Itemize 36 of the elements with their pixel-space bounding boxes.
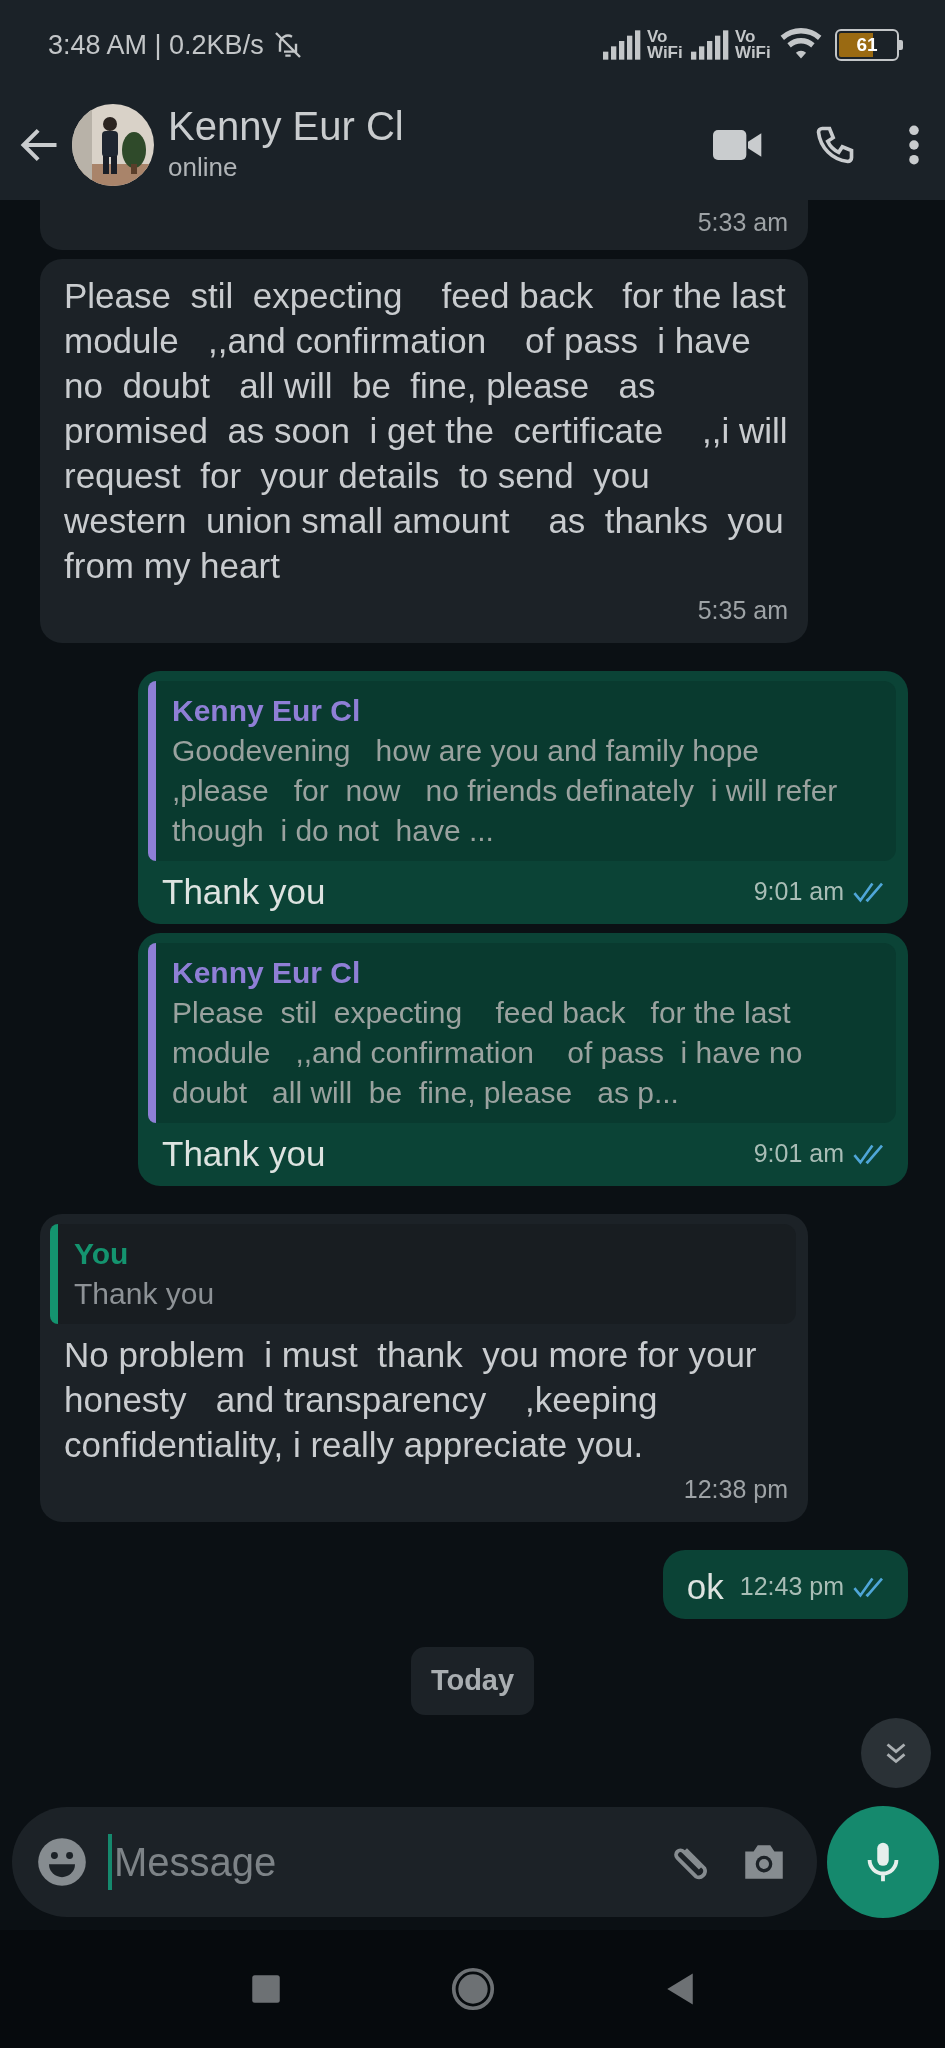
message-time: 12:43 pm <box>739 1571 844 1602</box>
message-text: Thank you <box>162 1133 326 1175</box>
more-options-icon[interactable] <box>907 123 921 167</box>
network-label: Vo WiFi <box>647 29 684 61</box>
quote-text: Goodevening how are you and family hope ,please for now no friends definately i will refer though i do not have ... <box>172 733 839 849</box>
quoted-message[interactable]: Kenny Eur Cl Please stil expecting feed back for the last module ,,and confirmation of pass i have no doubt all will be fine, please as p... <box>148 943 896 1123</box>
quote-author: Kenny Eur Cl <box>172 693 362 729</box>
status-time: 3:48 AM | 0.2KB/s <box>48 28 264 62</box>
quote-text: Thank you <box>74 1276 216 1312</box>
message-time: 5:33 am <box>697 207 788 238</box>
message-text: No problem i must thank you more for your honesty and transparency ,keeping confidentiality, i really appreciate you. <box>64 1334 758 1466</box>
message-input[interactable]: Message <box>108 1834 649 1890</box>
message-time: 9:01 am <box>753 876 844 907</box>
message-time: 9:01 am <box>753 1138 844 1169</box>
quote-author: You <box>74 1236 130 1272</box>
quote-text: Please stil expecting feed back for the last module ,,and confirmation of pass i have no doubt all will be fine, please as p... <box>172 995 804 1111</box>
quote-author: Kenny Eur Cl <box>172 955 362 991</box>
date-chip: Today <box>410 1647 535 1715</box>
message-text: Please stil expecting feed back for the last module ,,and confirmation of pass i have no doubt all will be fine, please as promised as soon i get the certificate ,,i will request for your details to send you western union small amount as thanks you from my heart <box>64 275 788 587</box>
network-label: Vo WiFi <box>735 29 772 61</box>
recents-icon[interactable] <box>250 1974 281 2004</box>
contact-name: Kenny Eur Cl <box>168 103 405 148</box>
message-time: 12:38 pm <box>683 1474 788 1505</box>
message-field[interactable]: Message <box>12 1807 817 1917</box>
message-text: ok <box>686 1566 724 1608</box>
signal-icon <box>691 30 731 60</box>
signal-icon <box>603 30 643 60</box>
home-icon[interactable] <box>450 1967 495 2011</box>
emoji-icon[interactable] <box>36 1836 88 1888</box>
message-text: Thank you <box>162 871 326 913</box>
message-time: 5:35 am <box>697 595 788 626</box>
contact-status: online <box>168 150 239 184</box>
quoted-message[interactable]: You Thank you <box>50 1224 796 1324</box>
quoted-message[interactable]: Kenny Eur Cl Goodevening how are you and family hope ,please for now no friends definately i will refer though i do not have ... <box>148 681 896 861</box>
video-call-icon[interactable] <box>713 128 763 162</box>
battery-level: 61 <box>856 33 878 57</box>
